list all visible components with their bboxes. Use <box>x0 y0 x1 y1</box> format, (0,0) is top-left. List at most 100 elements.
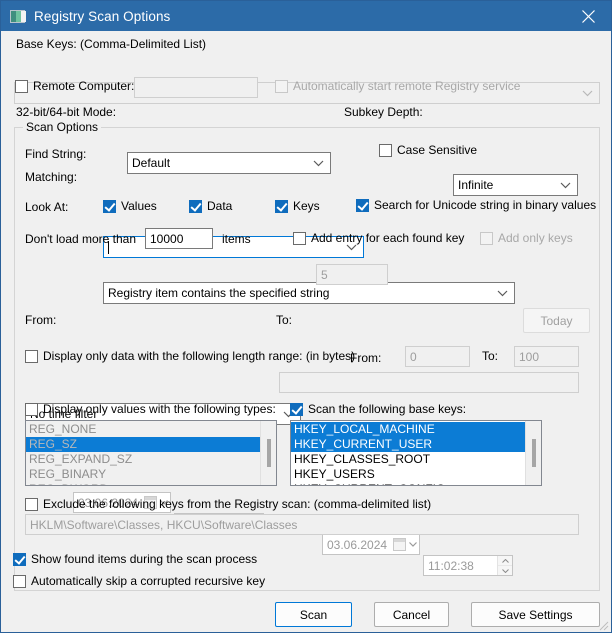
skip-corrupted-key-label: Automatically skip a corrupted recursive… <box>31 574 266 588</box>
exclude-keys-checkbox[interactable]: Exclude the following keys from the Regi… <box>25 497 431 511</box>
list-item[interactable]: HKEY_CLASSES_ROOT <box>291 452 525 467</box>
find-string-label: Find String: <box>25 147 87 161</box>
list-item[interactable]: HKEY_CURRENT_USER <box>291 437 525 452</box>
registry-scan-options-dialog: Registry Scan Options Base Keys: (Comma-… <box>0 0 612 633</box>
today-button-label: Today <box>540 313 573 328</box>
bit-mode-label: 32-bit/64-bit Mode: <box>16 105 117 119</box>
chevron-down-icon <box>495 290 510 297</box>
exclude-keys-input[interactable]: HKLM\Software\Classes, HKCU\Software\Cla… <box>25 514 579 535</box>
load-limit-prefix-label: Don't load more than <box>25 232 137 246</box>
look-at-data-checkbox[interactable]: Data <box>189 199 232 213</box>
range-to-label: To: <box>276 313 293 327</box>
scan-options-group-title: Scan Options <box>23 120 102 134</box>
scrollbar[interactable] <box>260 421 276 485</box>
time-filter-amount-input[interactable]: 5 <box>316 264 388 285</box>
look-at-keys-checkbox[interactable]: Keys <box>275 199 320 213</box>
look-at-label: Look At: <box>25 200 69 214</box>
cancel-button[interactable]: Cancel <box>374 602 449 627</box>
value-types-list: REG_NONE REG_SZ REG_EXPAND_SZ REG_BINARY… <box>26 422 260 485</box>
title-bar: Registry Scan Options <box>1 1 611 31</box>
registry-window-icon <box>10 9 26 23</box>
today-button[interactable]: Today <box>523 308 590 333</box>
subkey-depth-label: Subkey Depth: <box>344 105 423 119</box>
range-from-label: From: <box>25 313 57 327</box>
add-entry-each-found-key-checkbox[interactable]: Add entry for each found key <box>293 231 464 245</box>
checkbox-box <box>25 402 38 416</box>
scan-button[interactable]: Scan <box>275 602 352 627</box>
length-from-value: 0 <box>410 349 417 364</box>
checkbox-box <box>25 349 38 363</box>
show-found-items-checkbox[interactable]: Show found items during the scan process <box>13 552 257 566</box>
to-time-spinner[interactable] <box>497 556 512 575</box>
value-types-filter-label: Display only values with the following t… <box>43 402 276 416</box>
close-icon[interactable] <box>565 1 611 31</box>
base-keys-listbox[interactable]: HKEY_LOCAL_MACHINE HKEY_CURRENT_USER HKE… <box>290 420 542 486</box>
checkbox-box <box>293 231 306 245</box>
skip-corrupted-key-checkbox[interactable]: Automatically skip a corrupted recursive… <box>13 574 265 588</box>
load-limit-suffix-label: items <box>222 232 251 246</box>
list-item[interactable]: REG_NONE <box>26 422 260 437</box>
show-found-items-label: Show found items during the scan process <box>31 552 258 566</box>
to-time-picker[interactable]: 11:02:38 <box>423 555 513 576</box>
spinner-up-icon[interactable] <box>498 556 512 566</box>
scan-base-keys-label: Scan the following base keys: <box>308 402 467 416</box>
scrollbar-thumb[interactable] <box>532 439 536 467</box>
remote-computer-input[interactable] <box>134 77 258 98</box>
checkbox-box <box>25 497 38 511</box>
length-to-value: 100 <box>519 349 540 364</box>
checkbox-box <box>13 552 26 566</box>
to-date-value: 03.06.2024 <box>327 537 388 552</box>
look-at-values-checkbox[interactable]: Values <box>103 199 157 213</box>
matching-value: Registry item contains the specified str… <box>108 286 330 300</box>
matching-combo[interactable]: Registry item contains the specified str… <box>103 282 515 304</box>
length-to-input[interactable]: 100 <box>514 346 579 367</box>
list-item[interactable]: REG_EXPAND_SZ <box>26 452 260 467</box>
scan-button-label: Scan <box>299 607 328 622</box>
search-unicode-checkbox[interactable]: Search for Unicode string in binary valu… <box>356 198 596 212</box>
list-item[interactable]: HKEY_CURRENT_CONFIG <box>291 482 525 485</box>
case-sensitive-checkbox[interactable]: Case Sensitive <box>379 143 477 157</box>
resize-grip[interactable] <box>597 619 609 631</box>
list-item[interactable]: REG_BINARY <box>26 467 260 482</box>
load-limit-value: 10000 <box>150 231 184 246</box>
checkbox-box <box>103 199 116 213</box>
save-settings-button[interactable]: Save Settings <box>471 602 600 627</box>
base-keys-label: Base Keys: (Comma-Delimited List) <box>16 37 207 51</box>
checkbox-box <box>275 79 288 93</box>
checkbox-box <box>15 79 28 93</box>
add-only-keys-label: Add only keys <box>498 231 573 245</box>
length-from-label: From: <box>350 351 382 365</box>
checkbox-box <box>189 199 202 213</box>
list-item[interactable]: REG_DWORD <box>26 482 260 485</box>
length-range-checkbox[interactable]: Display only data with the following len… <box>25 349 355 363</box>
scrollbar-thumb[interactable] <box>267 439 271 467</box>
length-from-input[interactable]: 0 <box>405 346 470 367</box>
checkbox-box <box>356 198 369 212</box>
cancel-button-label: Cancel <box>392 607 431 622</box>
add-entry-label: Add entry for each found key <box>311 231 465 245</box>
load-limit-input[interactable]: 10000 <box>145 228 213 249</box>
window-title: Registry Scan Options <box>34 8 171 24</box>
exclude-keys-label: Exclude the following keys from the Regi… <box>43 497 432 511</box>
add-only-keys-checkbox[interactable]: Add only keys <box>480 231 573 245</box>
auto-start-remote-service-label: Automatically start remote Registry serv… <box>293 79 521 93</box>
checkbox-box <box>13 574 26 588</box>
list-item[interactable]: HKEY_USERS <box>291 467 525 482</box>
list-item[interactable]: REG_SZ <box>26 437 260 452</box>
to-date-picker[interactable]: 03.06.2024 <box>322 534 420 555</box>
look-at-values-label: Values <box>121 199 157 213</box>
checkbox-box <box>275 199 288 213</box>
search-unicode-label: Search for Unicode string in binary valu… <box>374 198 597 212</box>
auto-start-remote-service-checkbox[interactable]: Automatically start remote Registry serv… <box>275 79 520 93</box>
list-item[interactable]: HKEY_LOCAL_MACHINE <box>291 422 525 437</box>
remote-computer-checkbox[interactable]: Remote Computer: <box>15 79 134 93</box>
scrollbar[interactable] <box>525 421 541 485</box>
value-types-listbox[interactable]: REG_NONE REG_SZ REG_EXPAND_SZ REG_BINARY… <box>25 420 277 486</box>
key-owner-value-input[interactable] <box>279 372 579 393</box>
spinner-down-icon[interactable] <box>498 566 512 575</box>
value-types-filter-checkbox[interactable]: Display only values with the following t… <box>25 402 276 416</box>
length-range-label: Display only data with the following len… <box>43 349 356 363</box>
matching-label: Matching: <box>25 170 78 184</box>
checkbox-box <box>379 143 392 157</box>
scan-base-keys-checkbox[interactable]: Scan the following base keys: <box>290 402 466 416</box>
